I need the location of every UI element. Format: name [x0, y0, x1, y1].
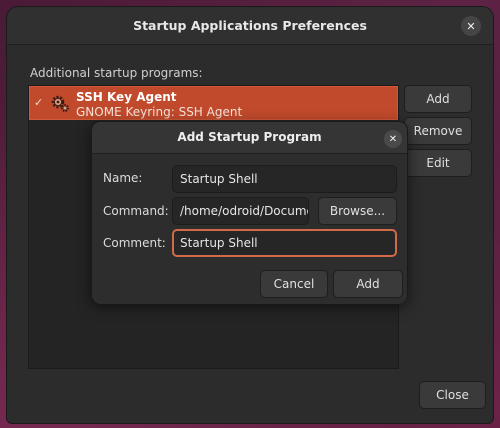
program-description: GNOME Keyring: SSH Agent: [76, 105, 243, 119]
gear-icon: [51, 95, 70, 113]
add-startup-program-dialog: Add Startup Program ✕ Name: Startup Shel…: [91, 121, 408, 304]
section-label: Additional startup programs:: [30, 66, 203, 80]
command-field[interactable]: /home/odroid/Documents/: [172, 197, 309, 225]
browse-button[interactable]: Browse...: [318, 197, 397, 225]
cancel-button[interactable]: Cancel: [260, 270, 328, 298]
dialog-body: Name: Startup Shell Command: /home/odroi…: [92, 153, 407, 304]
name-label: Name:: [103, 171, 143, 185]
program-name: SSH Key Agent: [76, 90, 177, 104]
window-close-icon[interactable]: ✕: [461, 16, 481, 36]
name-field[interactable]: Startup Shell: [172, 165, 397, 193]
command-label: Command:: [103, 204, 169, 218]
comment-field[interactable]: Startup Shell: [172, 229, 397, 257]
list-item[interactable]: ✓ SSH Key Agent GNOME Keyring: SSH Agent: [29, 86, 398, 120]
edit-button[interactable]: Edit: [404, 149, 472, 177]
remove-button[interactable]: Remove: [404, 117, 472, 145]
dialog-title: Add Startup Program: [177, 130, 322, 144]
window-titlebar: Startup Applications Preferences ✕: [7, 7, 493, 45]
dialog-close-icon[interactable]: ✕: [384, 130, 402, 148]
comment-label: Comment:: [103, 236, 166, 250]
close-button[interactable]: Close: [419, 381, 486, 409]
checkbox-check-icon[interactable]: ✓: [34, 96, 43, 109]
dialog-add-button[interactable]: Add: [333, 270, 403, 298]
add-button[interactable]: Add: [404, 85, 472, 113]
window-title: Startup Applications Preferences: [133, 18, 367, 33]
